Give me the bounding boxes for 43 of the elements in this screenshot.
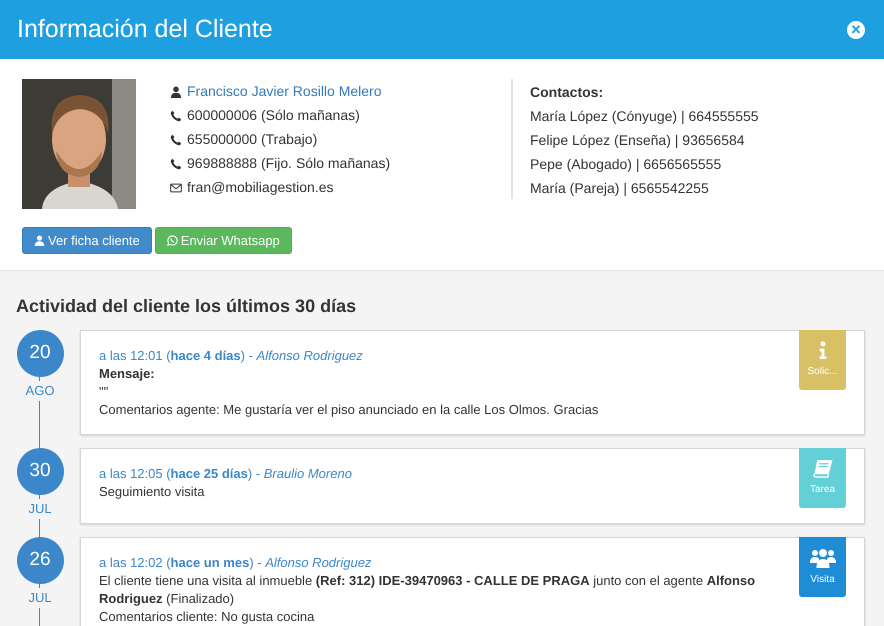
phone-text: 655000000 (Trabajo) [187,130,318,149]
activity-text: Mensaje: [99,365,156,383]
info-icon [818,341,828,360]
date-day: 20 [16,330,64,377]
activity-text: Seguimiento visita [99,483,206,501]
group-icon [810,548,836,568]
section-title: Actividad del cliente los últimos 30 días [16,295,358,318]
contact-text: Pepe (Abogado) | 6656565555 [530,155,722,173]
book-icon [812,459,834,478]
date-day: 30 [16,448,64,495]
phone-icon [170,110,182,122]
email-text: fran@mobiliagestion.es [187,178,334,197]
activity-text: Comentarios agente: Me gustaría ver el piso anunciado en la calle Los Olmos. Gracias [99,401,600,419]
contacts-heading: Contactos: [530,83,604,101]
date-month: JUL [27,499,53,518]
phone-icon [170,158,182,170]
phone-text: 600000006 (Sólo mañanas) [187,106,360,125]
envelope-icon [170,182,182,194]
user-icon [34,235,45,246]
date-month: JUL [27,588,53,608]
user-icon [170,86,182,98]
client-profile-button[interactable]: Ver ficha cliente [22,227,152,254]
contact-text: María López (Cónyuge) | 664555555 [530,107,759,125]
contact-text: Felipe López (Enseña) | 93656584 [530,131,746,149]
activity-text: "" [99,383,110,401]
activity-type-badge: Visita [799,537,846,597]
close-button[interactable]: × [847,20,865,38]
activity-meta: a las 12:01 (hace 4 días) - Alfonso Rodriguez [99,347,364,365]
whatsapp-button[interactable]: Enviar Whatsapp [154,227,292,254]
activity-meta: a las 12:02 (hace un mes) - Alfonso Rodriguez [99,554,372,572]
activity-type-badge: Tarea [799,448,846,508]
activity-type-badge: Solic... [799,330,846,390]
activity-meta: a las 12:05 (hace 25 días) - Braulio Moreno [99,465,353,483]
phone-text: 969888888 (Fijo. Sólo mañanas) [187,154,390,173]
client-name-link[interactable]: Francisco Javier Rosillo Melero [187,81,382,102]
activity-text: Comentarios cliente: No gusta cocina [99,608,316,626]
phone-icon [170,134,182,146]
modal-title: Información del Cliente [17,14,273,45]
date-month: AGO [24,381,56,400]
chat-bubble-icon [166,235,178,246]
date-day: 26 [16,537,64,584]
contact-text: María (Pareja) | 6565542255 [530,179,710,197]
activity-text: El cliente tiene una visita al inmueble (Ref: 312) IDE-39470963 - CALLE DE PRAGA junto con el agente Alfonso Rodriguez (Finalizado) [99,572,756,608]
